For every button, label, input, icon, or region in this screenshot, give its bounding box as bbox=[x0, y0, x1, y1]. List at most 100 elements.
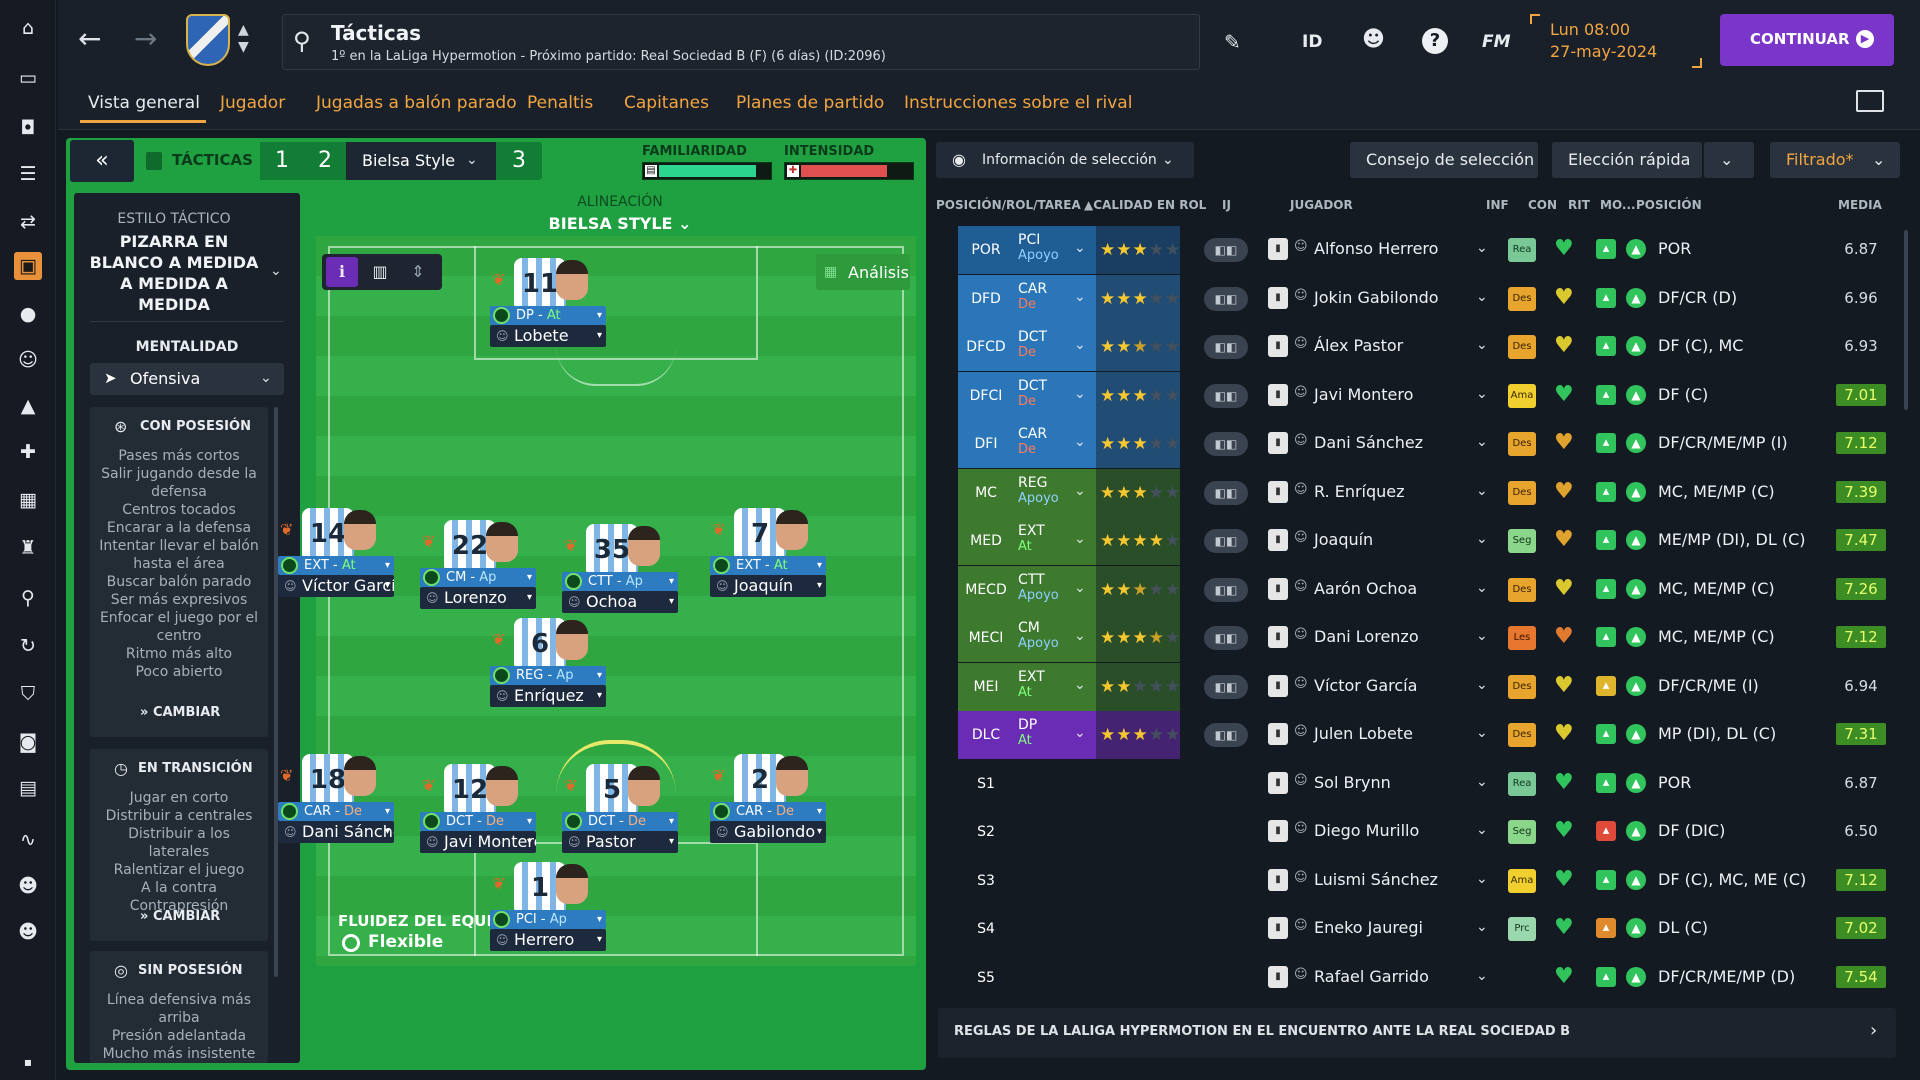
selection-row[interactable]: POR PCI Apoyo ⌄ ★★★★★ ◧◧ ▮ ☺ Alfonso Herrero ⌄ Rea… bbox=[958, 226, 1908, 274]
medical-icon[interactable]: ✚ bbox=[14, 438, 42, 466]
player-role[interactable]: CAR - De ▾ bbox=[710, 802, 826, 821]
chevron-down-icon[interactable]: ⌄ bbox=[1476, 580, 1488, 596]
selection-row[interactable]: MEI EXT At ⌄ ★★★★★ ◧◧ ▮ ☺ Víctor García ⌄ Des ♥ ▴ ▲ DF… bbox=[958, 662, 1908, 711]
player-name[interactable]: ☺ Gabilondo ▾ bbox=[710, 821, 826, 843]
continue-button[interactable]: CONTINUAR ▶ bbox=[1720, 14, 1894, 66]
player-name[interactable]: Eneko Jauregi bbox=[1314, 918, 1423, 937]
player-role[interactable]: CTT - Ap ▾ bbox=[562, 572, 678, 591]
player-name[interactable]: ☺ Víctor García▾ bbox=[278, 575, 394, 597]
rules-banner[interactable]: REGLAS DE LA LALIGA HYPERMOTION EN EL EN… bbox=[938, 1008, 1896, 1058]
position-cell[interactable]: S2 bbox=[958, 808, 1096, 856]
chevron-down-icon[interactable]: ⌄ bbox=[1476, 483, 1488, 499]
player-role[interactable]: CAR - De ▾ bbox=[278, 802, 394, 821]
club-switch-chevrons-icon[interactable]: ▲ ▼ bbox=[238, 22, 249, 56]
ball-icon[interactable]: ● bbox=[14, 300, 42, 328]
mentality-select[interactable]: Ofensiva ➤ ⌄ bbox=[90, 363, 284, 395]
player-role[interactable]: DCT - De ▾ bbox=[420, 812, 536, 831]
ij-toggle-icon[interactable]: ◧◧ bbox=[1204, 480, 1248, 505]
ij-toggle-icon[interactable]: ◧◧ bbox=[1204, 626, 1248, 650]
pitch-player-5[interactable]: ❦ 6 REG - Ap ▾ ☺ Enríquez ▾ bbox=[490, 618, 614, 728]
stats-line-icon[interactable]: ∿ bbox=[14, 826, 42, 854]
player-name[interactable]: ☺ Lorenzo ▾ bbox=[420, 587, 536, 609]
player-name[interactable]: ☺ Pastor ▾ bbox=[562, 831, 678, 853]
selection-row[interactable]: MC REG Apoyo ⌄ ★★★★★ ◧◧ ▮ ☺ R. Enríquez ⌄ Des ♥ ▴ ▲ MC… bbox=[958, 468, 1908, 517]
chevron-down-icon[interactable]: ⌄ bbox=[1476, 919, 1488, 935]
selection-row[interactable]: S2 ▮ ☺ Diego Murillo ⌄ Seg ♥ ▴ ▲ DF (DIC) 6.50 bbox=[958, 808, 1908, 856]
player-role[interactable]: EXT - At ▾ bbox=[710, 556, 826, 575]
change-transition-button[interactable]: » CAMBIAR bbox=[140, 909, 220, 924]
squad-shirt-icon[interactable]: ◘ bbox=[14, 114, 42, 142]
chevron-down-icon[interactable]: ⌄ bbox=[1476, 628, 1488, 644]
player-name[interactable]: Diego Murillo bbox=[1314, 821, 1419, 840]
col-media[interactable]: MEDIA bbox=[1838, 198, 1882, 212]
position-cell[interactable]: S1 bbox=[958, 760, 1096, 808]
info-icon[interactable]: ℹ bbox=[326, 257, 358, 287]
selection-row[interactable]: DFCD DCT De ⌄ ★★★★★ ◧◧ ▮ ☺ Álex Pastor ⌄ Des ♥ ▴ ▲ DF … bbox=[958, 323, 1908, 371]
ij-toggle-icon[interactable]: ◧◧ bbox=[1204, 529, 1248, 553]
ij-toggle-icon[interactable]: ◧◧ bbox=[1204, 577, 1248, 602]
selection-row[interactable]: DLC DP At ⌄ ★★★★★ ◧◧ ▮ ☺ Julen Lobete ⌄ Des ♥ ▴ ▲ MP (… bbox=[958, 711, 1908, 759]
u19-icon[interactable]: ☻ bbox=[14, 872, 42, 900]
transfers-icon[interactable]: ⇄ bbox=[14, 208, 42, 236]
player-name[interactable]: Jokin Gabilondo bbox=[1314, 288, 1439, 307]
trophy-icon[interactable]: ♜ bbox=[14, 534, 42, 562]
chevron-down-icon[interactable]: ⌄ bbox=[1476, 677, 1488, 693]
inbox-icon[interactable]: ▭ bbox=[14, 64, 42, 92]
player-name[interactable]: Julen Lobete bbox=[1314, 724, 1413, 743]
help-icon[interactable]: ? bbox=[1422, 28, 1448, 54]
tab-penaltis[interactable]: Penaltis bbox=[527, 93, 593, 113]
position-cell[interactable]: MED EXT At ⌄ bbox=[958, 517, 1096, 565]
home-icon[interactable]: ⌂ bbox=[14, 14, 42, 42]
training-icon[interactable]: ▲ bbox=[14, 392, 42, 420]
position-cell[interactable]: MEI EXT At ⌄ bbox=[958, 662, 1096, 711]
selection-row[interactable]: DFCI DCT De ⌄ ★★★★★ ◧◧ ▮ ☺ Javi Montero ⌄ Ama ♥ ▴ ▲ DF… bbox=[958, 371, 1908, 420]
fm-button[interactable]: FM bbox=[1482, 32, 1511, 52]
pitch-player-0[interactable]: ❦ 11 DP - At ▾ ☺ Lobete ▾ bbox=[490, 258, 614, 368]
pitch-player-1[interactable]: ❦14EXT - At▾☺Víctor García▾ bbox=[278, 508, 402, 618]
tab-capitanes[interactable]: Capitanes bbox=[624, 93, 709, 113]
club-crest-icon[interactable] bbox=[186, 14, 230, 66]
selection-row[interactable]: DFI CAR De ⌄ ★★★★★ ◧◧ ▮ ☺ Dani Sánchez ⌄ Des ♥ ▴ ▲ DF/… bbox=[958, 420, 1908, 468]
tab-planes-partido[interactable]: Planes de partido bbox=[736, 93, 884, 113]
player-role[interactable]: DCT - De ▾ bbox=[562, 812, 678, 831]
pitch-player-6[interactable]: ❦18CAR - De▾☺Dani Sánchez▾ bbox=[278, 754, 402, 864]
player-name[interactable]: ☺ Ochoa ▾ bbox=[562, 591, 678, 613]
chevron-down-icon[interactable]: ⌄ bbox=[1476, 337, 1488, 353]
refresh-icon[interactable]: ↻ bbox=[14, 632, 42, 660]
col-mo[interactable]: MO... bbox=[1600, 198, 1636, 212]
selection-row[interactable]: DFD CAR De ⌄ ★★★★★ ◧◧ ▮ ☺ Jokin Gabilondo ⌄ Des ♥ ▴ ▲… bbox=[958, 274, 1908, 323]
player-role[interactable]: DP - At ▾ bbox=[490, 306, 606, 325]
chevron-down-icon[interactable]: ⌄ bbox=[1476, 386, 1488, 402]
player-name[interactable]: ☺ Herrero ▾ bbox=[490, 929, 606, 951]
pitch-player-7[interactable]: ❦ 12 DCT - De ▾ ☺ Javi Montero ▾ bbox=[420, 764, 544, 874]
chevron-down-icon[interactable]: ⌄ bbox=[1476, 434, 1488, 450]
pitch-player-9[interactable]: ❦ 2 CAR - De ▾ ☺ Gabilondo ▾ bbox=[710, 754, 834, 864]
player-name[interactable]: Rafael Garrido bbox=[1314, 967, 1429, 986]
change-in-possession-button[interactable]: » CAMBIAR bbox=[140, 705, 220, 720]
ij-toggle-icon[interactable]: ◧◧ bbox=[1204, 383, 1248, 408]
calendar-icon[interactable]: ▦ bbox=[14, 486, 42, 514]
col-con[interactable]: CON bbox=[1528, 198, 1557, 212]
style-scrollbar[interactable] bbox=[274, 407, 278, 977]
chevron-down-icon[interactable]: ⌄ bbox=[1476, 871, 1488, 887]
position-cell[interactable]: MC REG Apoyo ⌄ bbox=[958, 468, 1096, 517]
chevron-down-icon[interactable]: ⌄ bbox=[1476, 968, 1488, 984]
player-name[interactable]: Aarón Ochoa bbox=[1314, 579, 1417, 598]
position-cell[interactable]: DFCI DCT De ⌄ bbox=[958, 371, 1096, 420]
fluidity-value[interactable]: Flexible bbox=[368, 932, 443, 952]
col-inf[interactable]: INF bbox=[1486, 198, 1509, 212]
tab-jugador[interactable]: Jugador bbox=[220, 93, 285, 113]
edit-pencil-icon[interactable]: ✎ bbox=[1224, 30, 1241, 54]
position-cell[interactable]: DFCD DCT De ⌄ bbox=[958, 323, 1096, 371]
reserves-icon[interactable]: ☻ bbox=[14, 918, 42, 946]
player-name[interactable]: Alfonso Herrero bbox=[1314, 239, 1438, 258]
filter-button[interactable]: Filtrado* ⌄ bbox=[1770, 142, 1900, 178]
position-cell[interactable]: S3 bbox=[958, 857, 1096, 905]
col-player[interactable]: JUGADOR bbox=[1290, 198, 1353, 212]
position-cell[interactable]: S4 bbox=[958, 905, 1096, 953]
chevron-down-icon[interactable]: ⌄ bbox=[1476, 774, 1488, 790]
tab-jugadas-balon-parado[interactable]: Jugadas a balón parado bbox=[316, 93, 517, 113]
col-quality-in-role[interactable]: ▲CALIDAD EN ROL bbox=[1084, 198, 1206, 212]
staff-icon[interactable]: ☺ bbox=[14, 346, 42, 374]
ij-toggle-icon[interactable]: ◧◧ bbox=[1204, 432, 1248, 456]
